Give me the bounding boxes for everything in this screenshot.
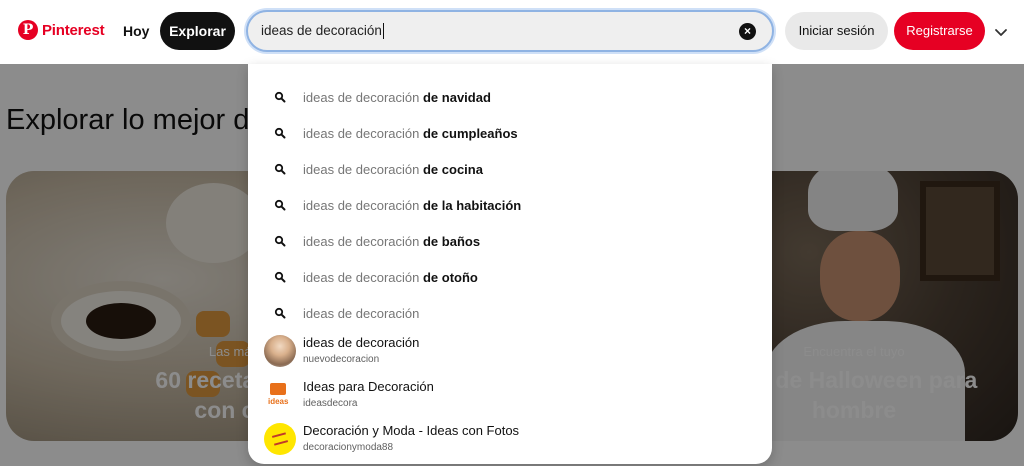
suggestion-item[interactable]: ideas de decoración de baños [248,223,772,259]
profile-username: ideasdecora [303,398,358,409]
signup-button[interactable]: Registrarse [894,12,985,50]
profile-username: decoracionymoda88 [303,442,394,453]
profile-suggestion[interactable]: Decoración y Moda - Ideas con Fotos deco… [248,417,772,461]
profile-name: ideas de decoración [303,335,420,350]
suggestion-item[interactable]: ideas de decoración de navidad [248,79,772,115]
pinterest-logo[interactable]: P Pinterest [18,20,105,40]
search-icon [274,235,286,247]
search-icon [274,163,286,175]
profile-suggestion[interactable]: ideas de decoración nuevodecoracion [248,329,772,373]
suggestion-text: ideas de decoración de la habitación [303,197,522,213]
profile-username: nuevodecoracion [303,354,380,365]
login-button[interactable]: Iniciar sesión [785,12,888,50]
search-suggestions-dropdown: ideas de decoración de navidad ideas de … [248,64,772,464]
suggestion-item[interactable]: ideas de decoración de cumpleaños [248,115,772,151]
nav-hoy[interactable]: Hoy [112,12,160,50]
suggestion-text: ideas de decoración [303,305,420,321]
suggestion-text: ideas de decoración de otoño [303,269,478,285]
suggestion-text: ideas de decoración de navidad [303,89,491,105]
text-caret [382,23,384,40]
ideas-logo-avatar: ideas [264,379,296,411]
pinterest-logo-icon: P [18,20,38,40]
suggestion-item[interactable]: ideas de decoración de otoño [248,259,772,295]
clear-search-icon[interactable]: × [739,23,756,40]
search-box[interactable]: ideas de decoración × [246,10,774,52]
yellow-logo-avatar [264,423,296,455]
nav-explorar[interactable]: Explorar [160,12,235,50]
top-bar: P Pinterest Hoy Explorar ideas de decora… [0,0,1024,64]
suggestion-text: ideas de decoración de baños [303,233,481,249]
suggestion-text: ideas de decoración de cumpleaños [303,125,518,141]
search-icon [274,307,286,319]
search-icon [274,199,286,211]
logo-text: Pinterest [42,21,105,39]
suggestion-item[interactable]: ideas de decoración de la habitación [248,187,772,223]
profile-suggestion[interactable]: ideas Ideas para Decoración ideasdecora [248,373,772,417]
profile-name: Decoración y Moda - Ideas con Fotos [303,423,520,438]
profile-name: Ideas para Decoración [303,379,434,394]
suggestion-item[interactable]: ideas de decoración [248,295,772,331]
search-input[interactable]: ideas de decoración [261,12,384,50]
chevron-down-icon[interactable] [993,24,1009,40]
photo-avatar [264,335,296,367]
search-icon [274,271,286,283]
search-icon [274,91,286,103]
search-input-value: ideas de decoración [261,23,382,38]
suggestion-text: ideas de decoración de cocina [303,161,483,177]
suggestion-item[interactable]: ideas de decoración de cocina [248,151,772,187]
search-icon [274,127,286,139]
